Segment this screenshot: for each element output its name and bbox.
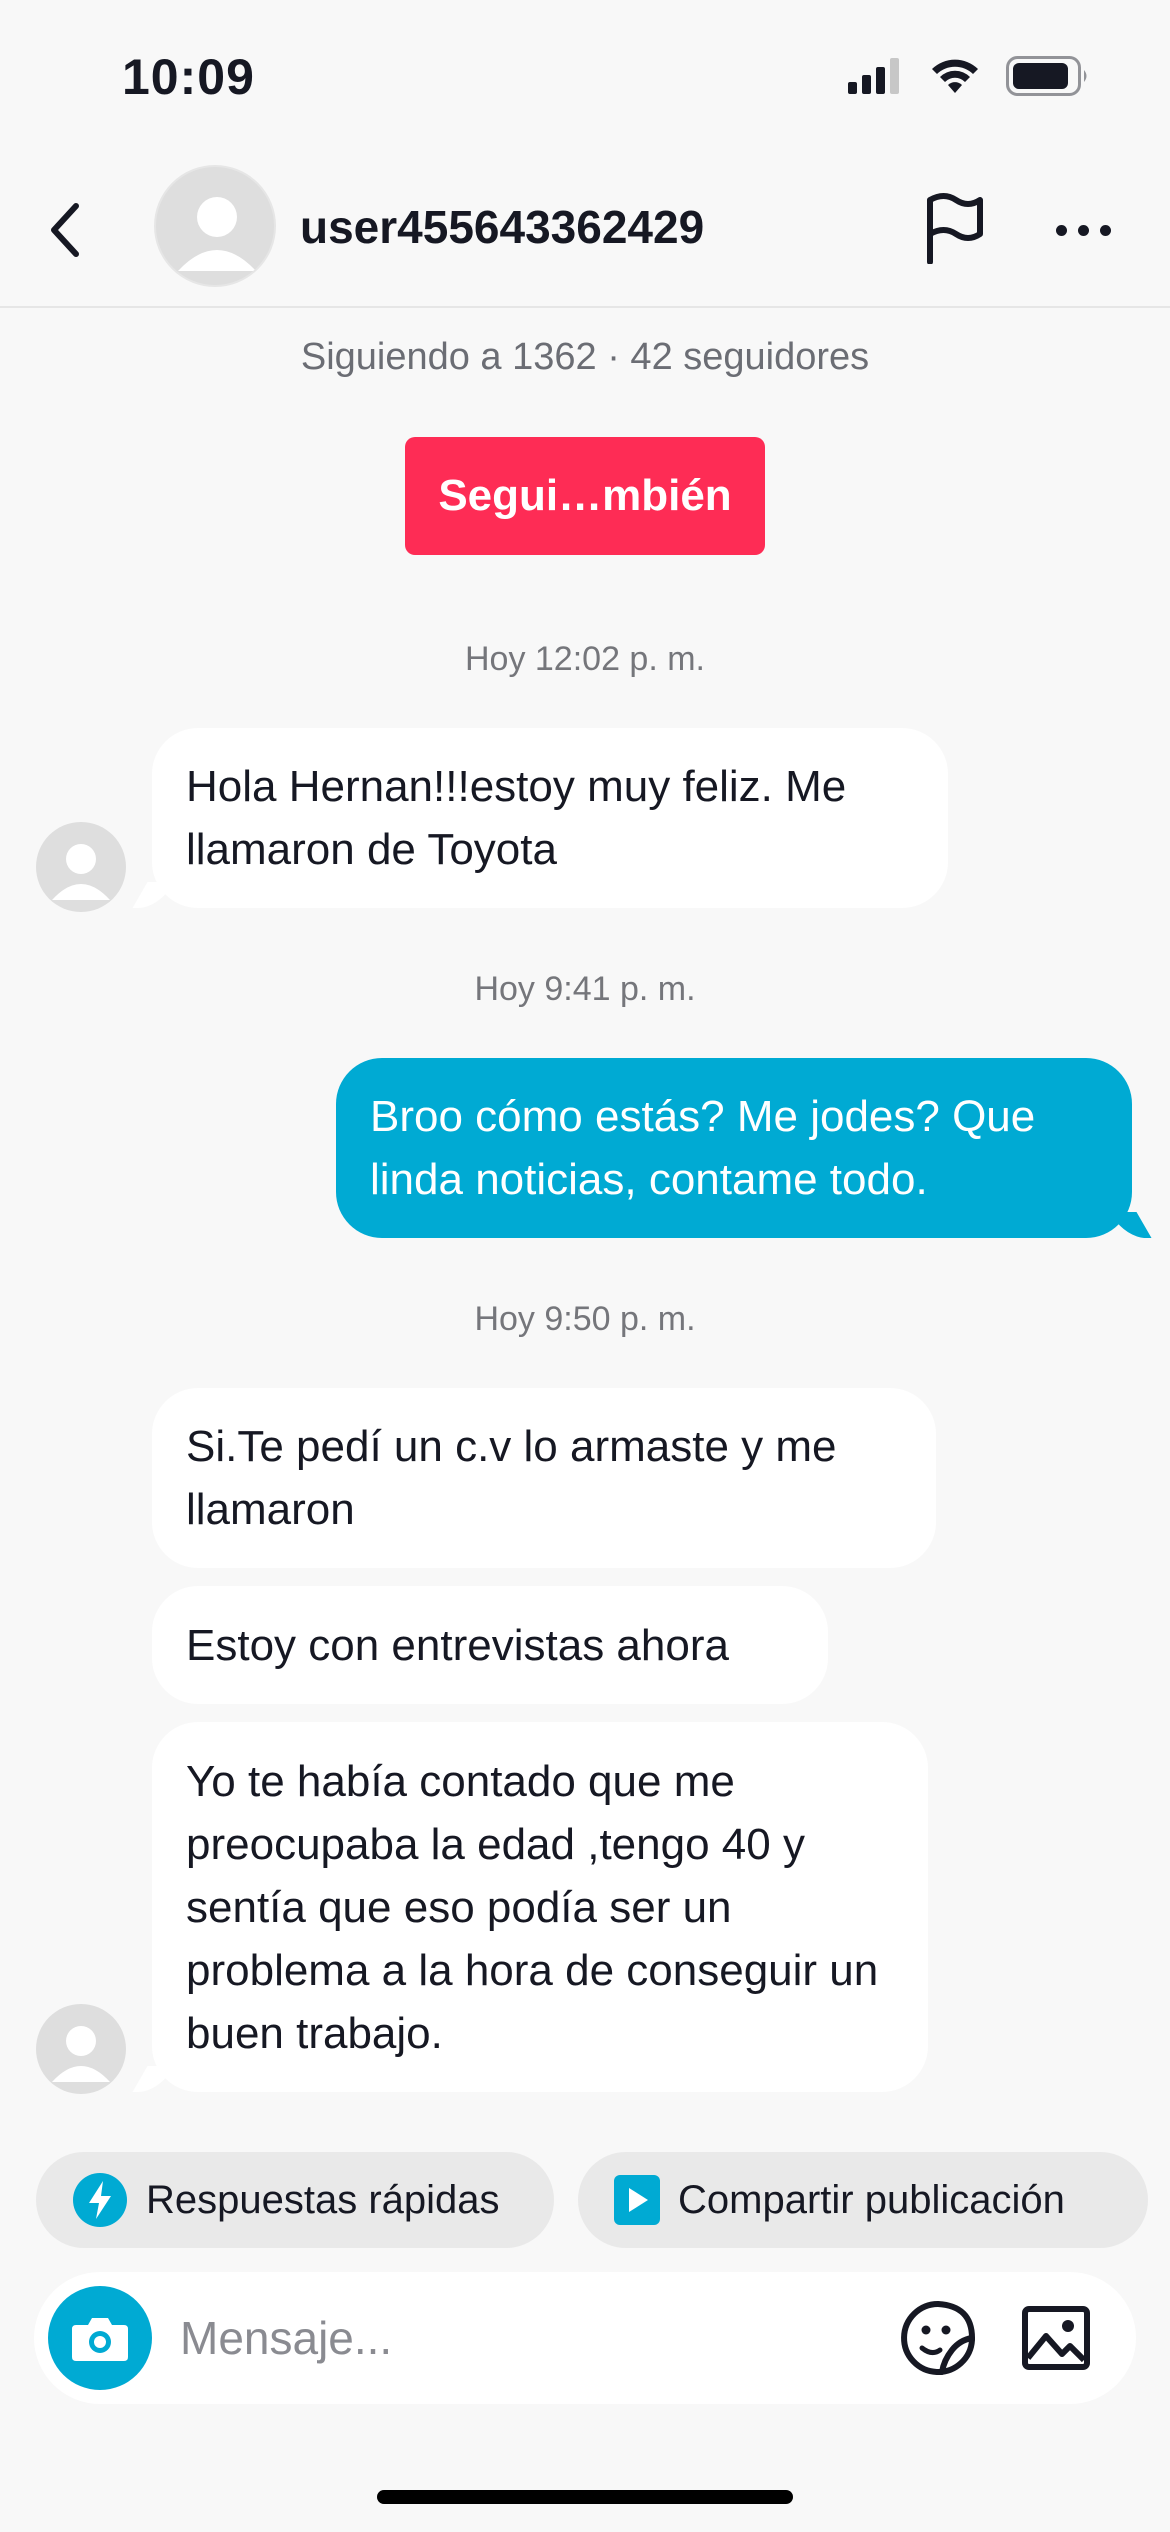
message-composer <box>34 2272 1136 2404</box>
outgoing-message[interactable]: Broo cómo estás? Me jodes? Que linda not… <box>336 1058 1132 1238</box>
chat-screen: 10:09 user455643362429 Siguiendo a 1362 … <box>0 0 1170 2532</box>
message-timestamp: Hoy 9:41 p. m. <box>474 970 696 1008</box>
quick-replies-label: Respuestas rápidas <box>146 2177 500 2222</box>
status-icons <box>848 56 1090 96</box>
message-timestamp: Hoy 9:50 p. m. <box>474 1300 696 1338</box>
lightning-icon <box>73 2173 127 2227</box>
quick-replies-button[interactable]: Respuestas rápidas <box>36 2152 554 2248</box>
message-text: Hola Hernan!!!estoy muy feliz. Me llamar… <box>186 762 847 874</box>
home-indicator[interactable] <box>377 2490 793 2504</box>
message-text: Estoy con entrevistas ahora <box>186 1620 729 1670</box>
share-post-button[interactable]: Compartir publicación <box>578 2152 1148 2248</box>
back-icon <box>51 203 79 257</box>
incoming-message[interactable]: Estoy con entrevistas ahora <box>152 1586 828 1704</box>
follow-info: Siguiendo a 1362 · 42 seguidores <box>300 336 870 378</box>
incoming-message[interactable]: Si.Te pedí un c.v lo armaste y me llamar… <box>152 1388 936 1568</box>
default-avatar-icon <box>178 197 256 271</box>
gallery-button[interactable] <box>1016 2298 1096 2378</box>
message-text: Broo cómo estás? Me jodes? Que linda not… <box>370 1092 1036 1204</box>
status-time: 10:09 <box>122 49 255 105</box>
share-post-label: Compartir publicación <box>678 2177 1065 2222</box>
camera-button[interactable] <box>48 2286 152 2390</box>
back-button[interactable] <box>36 190 96 270</box>
wifi-icon <box>932 59 978 93</box>
message-timestamp: Hoy 12:02 p. m. <box>464 640 705 678</box>
more-icon <box>1055 224 1067 236</box>
contact-avatar[interactable] <box>154 165 276 287</box>
contact-username[interactable]: user455643362429 <box>300 200 704 254</box>
sender-avatar[interactable] <box>36 2004 126 2094</box>
report-button[interactable] <box>916 188 992 268</box>
default-avatar-icon <box>52 844 110 900</box>
sticker-icon <box>901 2301 975 2375</box>
flag-icon <box>927 193 983 264</box>
message-text: Si.Te pedí un c.v lo armaste y me llamar… <box>186 1422 837 1534</box>
image-icon <box>1022 2306 1090 2370</box>
signal-icon <box>848 58 899 94</box>
chat-header: user455643362429 <box>0 160 1170 308</box>
sticker-button[interactable] <box>898 2298 978 2378</box>
play-icon <box>614 2175 660 2225</box>
message-text: Yo te había contado que me preocupaba la… <box>186 1756 879 2058</box>
camera-icon <box>72 2318 128 2361</box>
follow-back-button[interactable]: Segui…mbién <box>405 437 765 555</box>
battery-icon <box>1006 56 1087 96</box>
default-avatar-icon <box>52 2026 110 2082</box>
sender-avatar[interactable] <box>36 822 126 912</box>
more-options-button[interactable] <box>1048 200 1118 260</box>
incoming-message[interactable]: Hola Hernan!!!estoy muy feliz. Me llamar… <box>152 728 948 908</box>
message-input[interactable] <box>180 2308 880 2368</box>
incoming-message[interactable]: Yo te había contado que me preocupaba la… <box>152 1722 928 2092</box>
